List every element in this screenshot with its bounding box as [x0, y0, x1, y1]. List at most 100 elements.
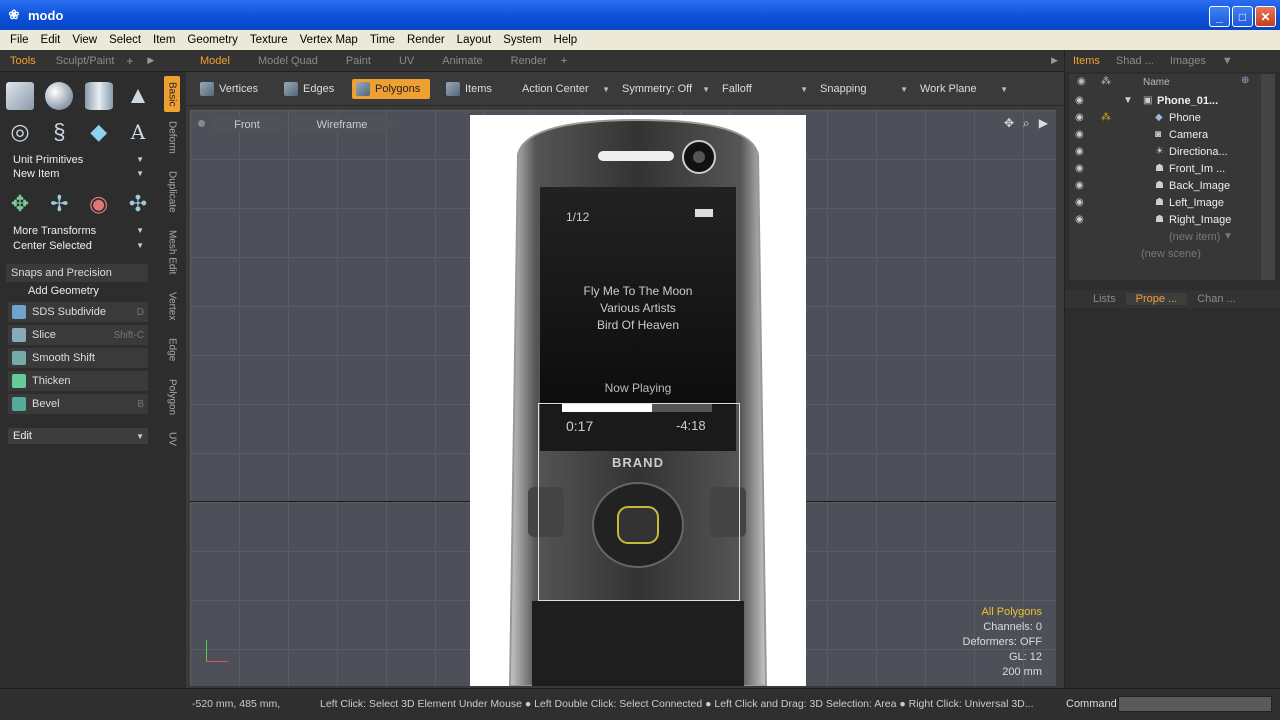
move-icon[interactable]: ✥	[6, 190, 34, 218]
expand-arrow-icon[interactable]: ▼	[1123, 95, 1133, 106]
visibility-eye-icon[interactable]: ◉	[1075, 180, 1084, 191]
menu-item[interactable]: Item	[147, 34, 181, 46]
polygons-mode-button[interactable]: Polygons	[352, 79, 430, 99]
thicken-button[interactable]: Thicken	[8, 371, 148, 391]
menu-render[interactable]: Render	[401, 34, 451, 46]
close-button[interactable]: ✕	[1255, 6, 1276, 27]
tab-model-quad[interactable]: Model Quad	[244, 55, 332, 67]
sds-subdivide-button[interactable]: SDS Subdivide D	[8, 302, 148, 322]
add-layout-tab-icon[interactable]: +	[561, 55, 567, 67]
3d-viewport[interactable]: 1/12 Fly Me To The Moon Various Artists …	[190, 110, 1056, 686]
viewport-arrow-icon[interactable]: ▶	[1039, 116, 1048, 131]
visibility-eye-icon[interactable]: ◉	[1075, 129, 1084, 140]
vtab-deform[interactable]: Deform	[164, 116, 180, 158]
cylinder-icon[interactable]	[84, 82, 113, 110]
pan-icon[interactable]: ✥	[1004, 116, 1014, 131]
item-row[interactable]: ◉ ☀ Directiona...	[1069, 143, 1265, 160]
new-item-dropdown[interactable]: New Item ▼	[8, 166, 148, 181]
vtab-polygon[interactable]: Polygon	[164, 374, 180, 420]
falloff-dropdown[interactable]: Falloff ▼	[718, 79, 812, 99]
zoom-icon[interactable]: ⌕	[1023, 116, 1030, 131]
tab-shader-tree[interactable]: Shad ...	[1108, 55, 1162, 67]
menu-vertex-map[interactable]: Vertex Map	[294, 34, 364, 46]
name-column-header[interactable]: Name	[1143, 77, 1170, 88]
add-tab-icon[interactable]: +	[126, 54, 133, 68]
tab-items[interactable]: Items	[1065, 55, 1108, 67]
tab-uv[interactable]: UV	[385, 55, 428, 67]
new-scene-row[interactable]: (new scene)	[1069, 245, 1265, 262]
vtab-duplicate[interactable]: Duplicate	[164, 166, 180, 218]
menu-select[interactable]: Select	[103, 34, 147, 46]
more-transforms-dropdown[interactable]: More Transforms ▼	[8, 223, 148, 238]
menu-system[interactable]: System	[497, 34, 547, 46]
snapping-dropdown[interactable]: Snapping ▼	[816, 79, 912, 99]
vertices-mode-button[interactable]: Vertices	[196, 79, 268, 99]
tab-animate[interactable]: Animate	[428, 55, 496, 67]
edit-dropdown[interactable]: Edit ▼	[8, 428, 148, 444]
cube-icon[interactable]	[6, 82, 34, 110]
menu-time[interactable]: Time	[364, 34, 401, 46]
tab-images[interactable]: Images	[1162, 55, 1214, 67]
unit-primitives-dropdown[interactable]: Unit Primitives ▼	[8, 152, 148, 167]
visibility-eye-icon[interactable]: ◉	[1075, 214, 1084, 225]
tab-tools[interactable]: Tools	[0, 55, 46, 67]
tab-render[interactable]: Render	[497, 55, 561, 67]
command-input[interactable]	[1118, 696, 1272, 712]
item-row[interactable]: ◉ ▼ ▣ Phone_01...	[1069, 92, 1265, 109]
tab-properties[interactable]: Prope ...	[1125, 293, 1188, 305]
item-row[interactable]: ◉ ◙ Camera	[1069, 126, 1265, 143]
vtab-edge[interactable]: Edge	[164, 334, 180, 366]
minimize-button[interactable]: _	[1209, 6, 1230, 27]
new-item-caret-icon[interactable]: ▼	[1223, 231, 1233, 242]
visibility-eye-icon[interactable]: ◉	[1075, 197, 1084, 208]
smooth-shift-button[interactable]: Smooth Shift	[8, 348, 148, 368]
menu-layout[interactable]: Layout	[451, 34, 498, 46]
tab-channels[interactable]: Chan ...	[1187, 293, 1246, 305]
cone-icon[interactable]: ▲	[124, 82, 152, 110]
sphere-icon[interactable]	[45, 82, 74, 110]
action-center-dropdown[interactable]: Action Center ▼	[518, 79, 614, 99]
items-mode-button[interactable]: Items	[442, 79, 506, 99]
item-list-scrollbar[interactable]	[1261, 74, 1275, 280]
menu-view[interactable]: View	[66, 34, 103, 46]
visibility-eye-icon[interactable]: ◉	[1075, 112, 1084, 123]
add-geometry-header[interactable]: Add Geometry	[8, 283, 148, 298]
vtab-uv[interactable]: UV	[164, 428, 180, 450]
menu-texture[interactable]: Texture	[244, 34, 294, 46]
snaps-precision-section[interactable]: Snaps and Precision	[6, 264, 148, 282]
transform-icon[interactable]: ✣	[124, 190, 152, 218]
work-plane-dropdown[interactable]: Work Plane ▼	[916, 79, 1012, 99]
visibility-eye-icon[interactable]: ◉	[1075, 163, 1084, 174]
tab-paint[interactable]: Paint	[332, 55, 385, 67]
render-toggle-icon[interactable]: ⁂	[1101, 112, 1111, 123]
symmetry-dropdown[interactable]: Symmetry: Off ▼	[618, 79, 714, 99]
new-item-row[interactable]: (new item) ▼	[1069, 228, 1265, 245]
vtab-basic[interactable]: Basic	[164, 76, 180, 112]
maximize-button[interactable]: □	[1232, 6, 1253, 27]
menu-edit[interactable]: Edit	[35, 34, 67, 46]
menu-help[interactable]: Help	[548, 34, 584, 46]
slice-button[interactable]: Slice Shift-C	[8, 325, 148, 345]
vtab-vertex[interactable]: Vertex	[164, 286, 180, 326]
menu-geometry[interactable]: Geometry	[181, 34, 244, 46]
visibility-eye-icon[interactable]: ◉	[1075, 95, 1084, 106]
tube-icon[interactable]: §	[45, 118, 73, 146]
visibility-eye-icon[interactable]: ◉	[1075, 146, 1084, 157]
item-row[interactable]: ◉ ☗ Back_Image	[1069, 177, 1265, 194]
pen-icon[interactable]: ◆	[85, 118, 113, 146]
text-icon[interactable]: A	[124, 118, 152, 146]
item-row[interactable]: ◉ ☗ Right_Image	[1069, 211, 1265, 228]
item-row[interactable]: ◉ ☗ Left_Image	[1069, 194, 1265, 211]
tab-sculpt-paint[interactable]: Sculpt/Paint	[46, 55, 125, 67]
vtab-mesh-edit[interactable]: Mesh Edit	[164, 226, 180, 278]
tab-scroll-icon[interactable]: ▶	[147, 55, 154, 66]
layout-tab-scroll-icon[interactable]: ▶	[1051, 55, 1058, 66]
rotate-icon[interactable]: ✢	[45, 190, 73, 218]
shading-mode-button[interactable]: Wireframe	[290, 117, 394, 132]
torus-icon[interactable]: ◎	[6, 118, 34, 146]
viewport-menu-icon[interactable]	[198, 120, 205, 127]
add-item-header-icon[interactable]: ⊕	[1241, 75, 1249, 86]
tab-scroll-icon[interactable]: ▼	[1214, 55, 1241, 67]
view-type-button[interactable]: Front	[212, 117, 282, 132]
tab-lists[interactable]: Lists	[1065, 293, 1126, 305]
